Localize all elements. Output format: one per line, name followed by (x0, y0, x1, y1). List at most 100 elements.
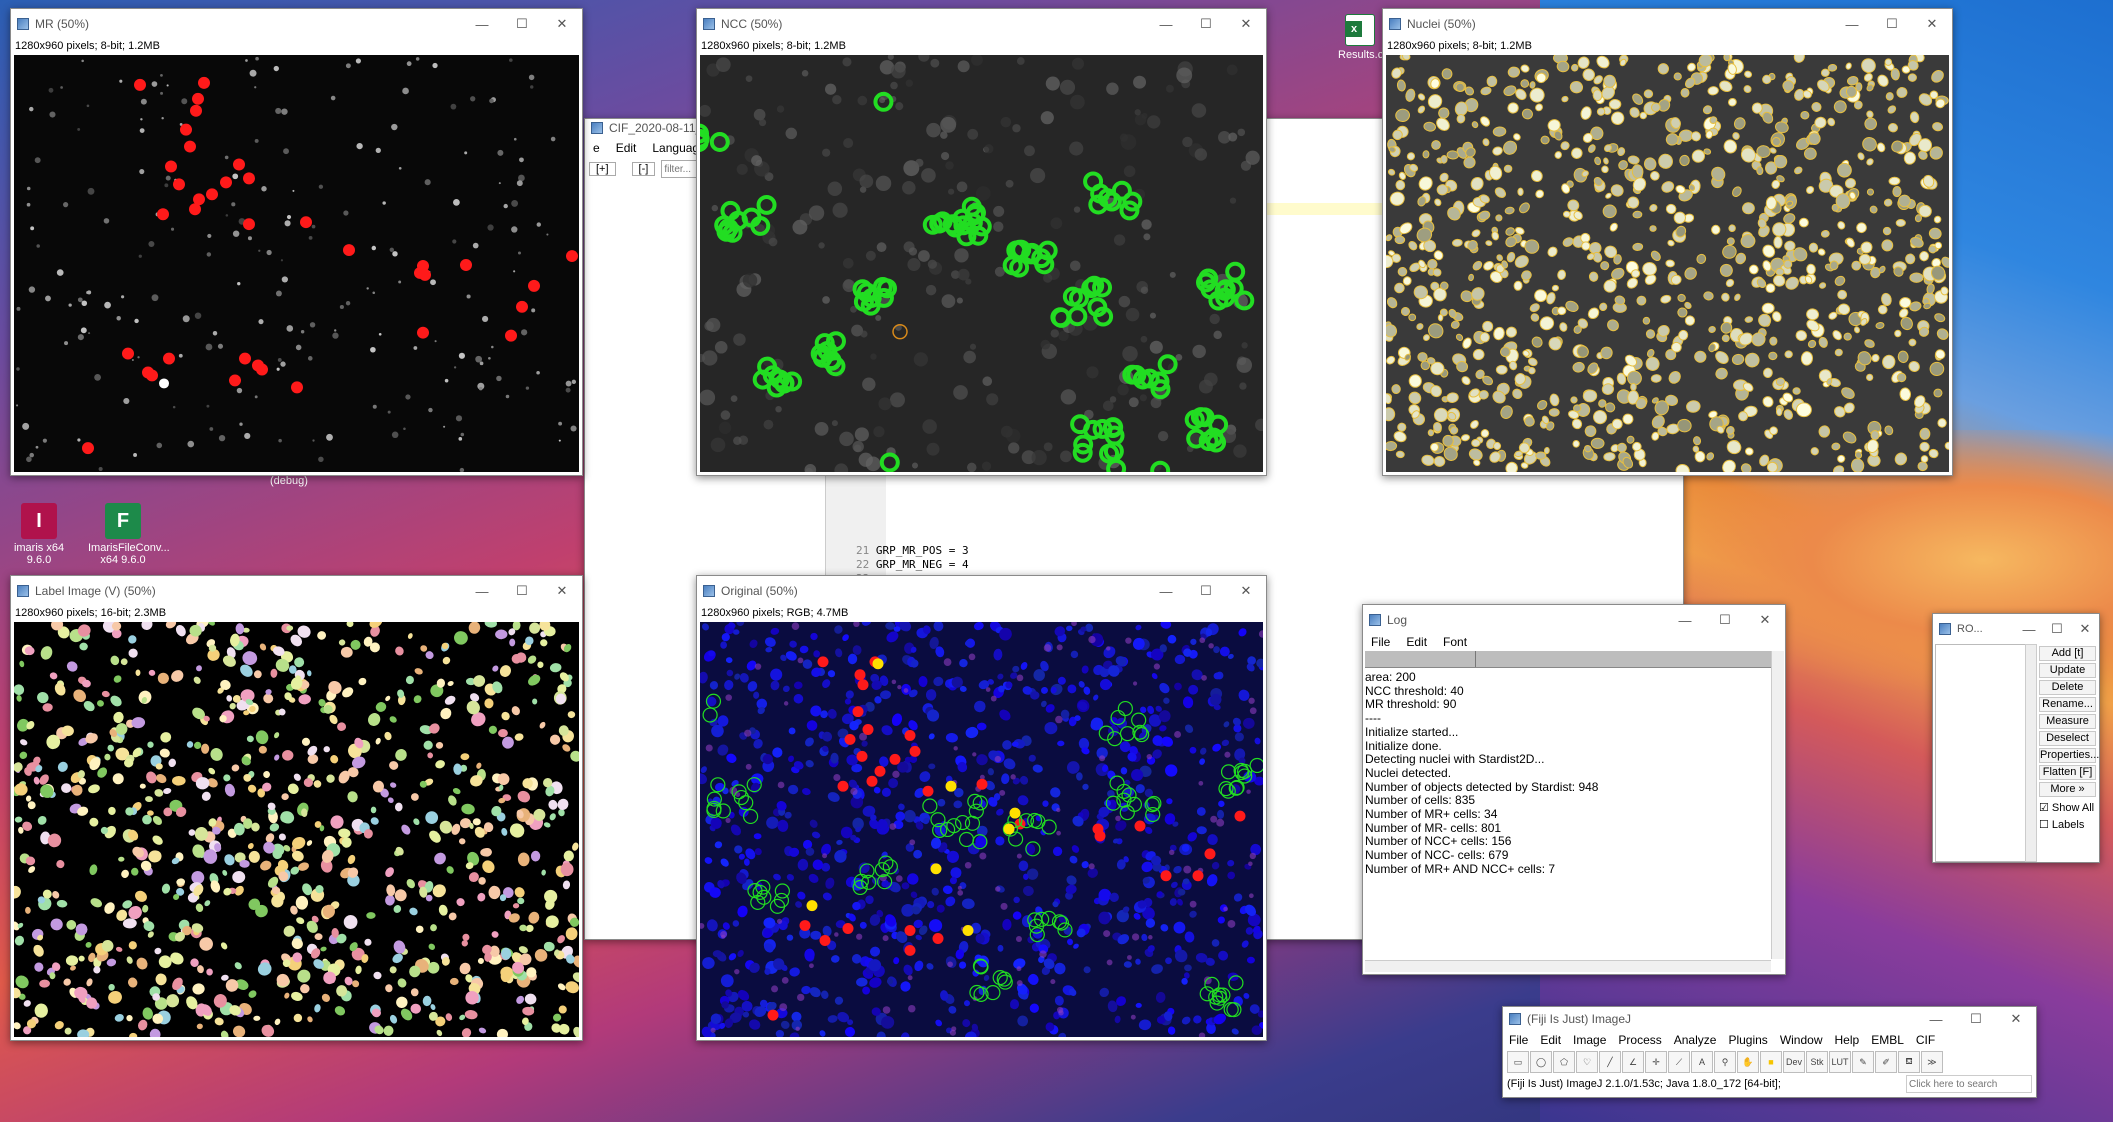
dev-tool[interactable]: Dev (1783, 1051, 1805, 1073)
text-tool[interactable]: A (1691, 1051, 1713, 1073)
color-picker-tool[interactable]: ■ (1760, 1051, 1782, 1073)
window-titlebar[interactable]: NCC (50%) — ☐ ✕ (697, 9, 1266, 39)
hand-tool[interactable]: ✋ (1737, 1051, 1759, 1073)
menu-embl[interactable]: EMBL (1865, 1033, 1910, 1047)
maximize-icon[interactable]: ☐ (1705, 612, 1745, 628)
checkbox-icon[interactable]: ☐ (2039, 819, 2049, 831)
desktop-icon-results-csv[interactable]: x Results.c (1338, 14, 1383, 61)
menu-item[interactable]: e (585, 141, 608, 155)
roi-button[interactable]: Rename... (2039, 697, 2096, 712)
search-input[interactable] (1906, 1075, 2032, 1093)
menu-edit[interactable]: Edit (1398, 635, 1435, 649)
minimize-icon[interactable]: — (1665, 613, 1705, 628)
imagej-main-window[interactable]: (Fiji Is Just) ImageJ — ☐ ✕ File Edit Imag… (1502, 1006, 2037, 1098)
nuclei-image-canvas[interactable] (1386, 55, 1949, 472)
original-image-window[interactable]: Original (50%) — ☐ ✕ 1280x960 pixels; RG… (696, 575, 1267, 1041)
menu-image[interactable]: Image (1567, 1033, 1612, 1047)
expand-button[interactable]: [+] (589, 162, 616, 176)
log-horizontal-scrollbar[interactable] (1365, 960, 1771, 972)
window-titlebar[interactable]: Nuclei (50%) — ☐ ✕ (1383, 9, 1952, 39)
roi-button[interactable]: Flatten [F] (2039, 765, 2096, 780)
minimize-icon[interactable]: — (1832, 17, 1872, 32)
label-image-window[interactable]: Label Image (V) (50%) — ☐ ✕ 1280x960 pix… (10, 575, 583, 1041)
minimize-icon[interactable]: — (2015, 622, 2043, 637)
flood-fill-tool[interactable]: ⛾ (1898, 1051, 1920, 1073)
close-icon[interactable]: ✕ (1745, 612, 1785, 628)
menu-analyze[interactable]: Analyze (1668, 1033, 1723, 1047)
desktop-icon-imaris[interactable]: I imaris x64 9.6.0 (4, 503, 74, 566)
angle-tool[interactable]: ∠ (1622, 1051, 1644, 1073)
close-icon[interactable]: ✕ (1226, 16, 1266, 32)
roi-list-scrollbar[interactable] (2025, 644, 2037, 862)
menu-cif[interactable]: CIF (1910, 1033, 1941, 1047)
close-icon[interactable]: ✕ (1226, 583, 1266, 599)
menu-plugins[interactable]: Plugins (1722, 1033, 1773, 1047)
oval-tool[interactable]: ◯ (1530, 1051, 1552, 1073)
roi-checkbox-labels[interactable]: ☐ Labels (2039, 818, 2099, 831)
roi-button[interactable]: Update (2039, 663, 2096, 678)
minimize-icon[interactable]: — (1146, 17, 1186, 32)
roi-manager-window[interactable]: RO... — ☐ ✕ Add [t] Update Delete Rename...… (1932, 613, 2100, 863)
wand-tool[interactable]: ⟋ (1668, 1051, 1690, 1073)
menu-file[interactable]: File (1363, 635, 1398, 649)
minimize-icon[interactable]: — (1916, 1012, 1956, 1027)
collapse-button[interactable]: [-] (631, 162, 656, 176)
stk-tool[interactable]: Stk (1806, 1051, 1828, 1073)
menu-process[interactable]: Process (1612, 1033, 1667, 1047)
maximize-icon[interactable]: ☐ (1956, 1011, 1996, 1027)
desktop-icon-imaris-file-converter[interactable]: F ImarisFileConv... x64 9.6.0 (88, 503, 170, 566)
checkbox-icon[interactable]: ☑ (2039, 802, 2049, 814)
menu-window[interactable]: Window (1774, 1033, 1829, 1047)
menu-help[interactable]: Help (1829, 1033, 1866, 1047)
label-image-canvas[interactable] (14, 622, 579, 1037)
lut-tool[interactable]: LUT (1829, 1051, 1851, 1073)
roi-button[interactable]: Add [t] (2039, 646, 2096, 661)
maximize-icon[interactable]: ☐ (2043, 621, 2071, 637)
more-tools[interactable]: ≫ (1921, 1051, 1943, 1073)
original-image-canvas[interactable] (700, 622, 1263, 1037)
mr-image-window[interactable]: MR (50%) — ☐ ✕ 1280x960 pixels; 8-bit; 1… (10, 8, 583, 476)
roi-button[interactable]: Deselect (2039, 731, 2096, 746)
roi-button[interactable]: Measure (2039, 714, 2096, 729)
menu-font[interactable]: Font (1435, 635, 1475, 649)
close-icon[interactable]: ✕ (1912, 16, 1952, 32)
ncc-image-canvas[interactable] (700, 55, 1263, 472)
maximize-icon[interactable]: ☐ (1872, 16, 1912, 32)
window-titlebar[interactable]: (Fiji Is Just) ImageJ — ☐ ✕ (1503, 1007, 2036, 1031)
log-window[interactable]: Log — ☐ ✕ File Edit Font area: 200 NCC th… (1362, 604, 1786, 975)
window-titlebar[interactable]: MR (50%) — ☐ ✕ (11, 9, 582, 39)
maximize-icon[interactable]: ☐ (1186, 16, 1226, 32)
roi-button[interactable]: Properties... (2039, 748, 2099, 763)
magnifier-tool[interactable]: ⚲ (1714, 1051, 1736, 1073)
rectangle-tool[interactable]: ▭ (1507, 1051, 1529, 1073)
minimize-icon[interactable]: — (1146, 584, 1186, 599)
close-icon[interactable]: ✕ (542, 583, 582, 599)
window-titlebar[interactable]: Original (50%) — ☐ ✕ (697, 576, 1266, 606)
window-titlebar[interactable]: RO... — ☐ ✕ (1933, 614, 2099, 644)
roi-checkbox-show-all[interactable]: ☑ Show All (2039, 801, 2099, 814)
brush-tool[interactable]: ✐ (1875, 1051, 1897, 1073)
close-icon[interactable]: ✕ (542, 16, 582, 32)
window-titlebar[interactable]: Label Image (V) (50%) — ☐ ✕ (11, 576, 582, 606)
roi-button[interactable]: Delete (2039, 680, 2096, 695)
minimize-icon[interactable]: — (462, 584, 502, 599)
close-icon[interactable]: ✕ (2071, 621, 2099, 637)
roi-button[interactable]: More » (2039, 782, 2096, 797)
pencil-tool[interactable]: ✎ (1852, 1051, 1874, 1073)
log-vertical-scrollbar[interactable] (1771, 651, 1784, 959)
polygon-tool[interactable]: ⬠ (1553, 1051, 1575, 1073)
point-tool[interactable]: ✛ (1645, 1051, 1667, 1073)
ncc-image-window[interactable]: NCC (50%) — ☐ ✕ 1280x960 pixels; 8-bit; … (696, 8, 1267, 476)
roi-list[interactable] (1935, 644, 2027, 862)
menu-item[interactable]: Edit (608, 141, 645, 155)
freehand-tool[interactable]: ♡ (1576, 1051, 1598, 1073)
menu-file[interactable]: File (1503, 1033, 1534, 1047)
maximize-icon[interactable]: ☐ (502, 16, 542, 32)
close-icon[interactable]: ✕ (1996, 1011, 2036, 1027)
nuclei-image-window[interactable]: Nuclei (50%) — ☐ ✕ 1280x960 pixels; 8-bi… (1382, 8, 1953, 476)
maximize-icon[interactable]: ☐ (1186, 583, 1226, 599)
menu-edit[interactable]: Edit (1534, 1033, 1567, 1047)
window-titlebar[interactable]: Log — ☐ ✕ (1363, 605, 1785, 635)
mr-image-canvas[interactable] (14, 55, 579, 472)
line-tool[interactable]: ╱ (1599, 1051, 1621, 1073)
